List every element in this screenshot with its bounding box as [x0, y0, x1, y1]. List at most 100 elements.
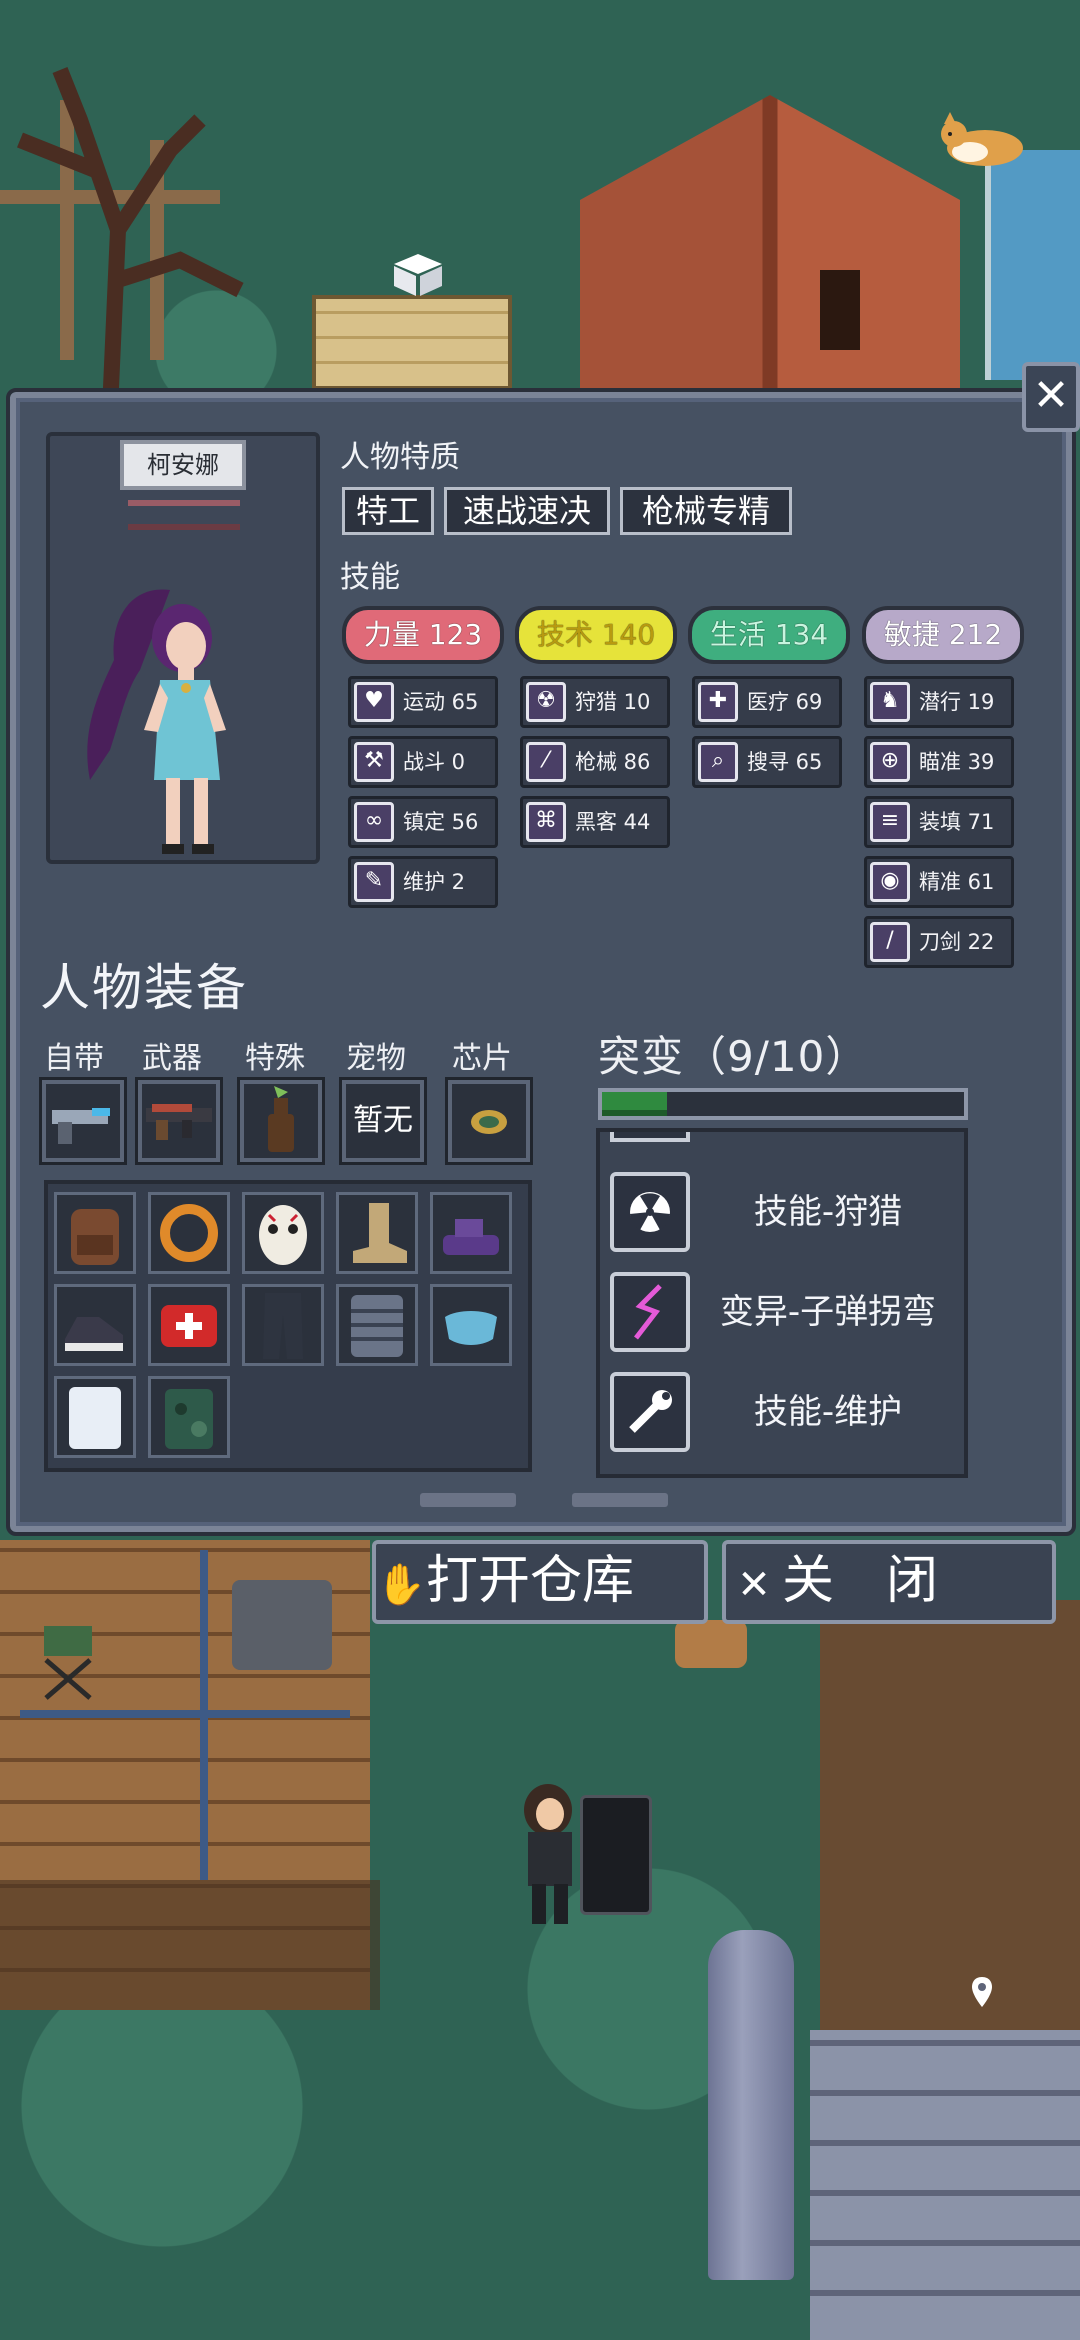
- skill-athletics[interactable]: ♥ 运动 65: [348, 676, 498, 728]
- blade-icon: /: [870, 922, 910, 962]
- inventory-slot[interactable]: [430, 1284, 512, 1366]
- molotov-icon: [268, 1086, 294, 1152]
- skill-blades-label: 刀剑 22: [919, 930, 995, 954]
- skill-firearms[interactable]: ⁄ 枪械 86: [520, 736, 670, 788]
- inventory-slot[interactable]: [430, 1192, 512, 1274]
- skill-stealth-label: 潜行 19: [919, 690, 995, 714]
- inventory-slot[interactable]: [54, 1284, 136, 1366]
- character-name: 柯安娜: [120, 440, 246, 490]
- mutation-progress-bar: [598, 1088, 968, 1120]
- mutation-list[interactable]: 技能-狩猎 变异-子弹拐弯 技能-维护: [596, 1128, 968, 1478]
- page-indicator-1[interactable]: [420, 1493, 516, 1507]
- wrench-icon: [610, 1372, 690, 1452]
- inventory-slot[interactable]: [148, 1192, 230, 1274]
- inventory-slot[interactable]: [242, 1284, 324, 1366]
- skill-hunting[interactable]: ☢ 狩猎 10: [520, 676, 670, 728]
- skill-blades[interactable]: / 刀剑 22: [864, 916, 1014, 968]
- slot-special[interactable]: [237, 1077, 325, 1165]
- skill-combat-label: 战斗 0: [403, 750, 466, 774]
- skill-searching[interactable]: ⌕ 搜寻 65: [692, 736, 842, 788]
- slot-pet[interactable]: 暂无: [339, 1077, 427, 1165]
- inventory-slot[interactable]: [148, 1376, 230, 1458]
- slot-label-weapon: 武器: [142, 1041, 202, 1076]
- mutation-item-maintenance-label: 技能-维护: [753, 1392, 903, 1432]
- mutation-item-hunting[interactable]: 技能-狩猎: [610, 1172, 950, 1256]
- skill-composure[interactable]: ∞ 镇定 56: [348, 796, 498, 848]
- boot-icon: [353, 1203, 407, 1263]
- trait-blitz[interactable]: 速战速决: [444, 487, 610, 535]
- skill-reloading[interactable]: ≡ 装填 71: [864, 796, 1014, 848]
- hut-door: [820, 270, 860, 350]
- mutation-item-bullet-curve[interactable]: 变异-子弹拐弯: [610, 1272, 950, 1356]
- character-portrait: [87, 589, 226, 854]
- camo-vest-icon: [165, 1389, 213, 1449]
- category-tech-name: 技术: [536, 618, 593, 651]
- circuit-icon: ⌘: [526, 802, 566, 842]
- skill-medical[interactable]: ✚ 医疗 69: [692, 676, 842, 728]
- slot-label-special: 特殊: [245, 1041, 305, 1076]
- skill-combat[interactable]: ⚒ 战斗 0: [348, 736, 498, 788]
- inventory-slot[interactable]: [54, 1192, 136, 1274]
- crafting-anvil[interactable]: [232, 1580, 332, 1670]
- medkit-icon: ✚: [698, 682, 738, 722]
- category-agility[interactable]: 敏捷 212: [862, 606, 1024, 664]
- skill-aiming[interactable]: ⊕ 瞄准 39: [864, 736, 1014, 788]
- inventory-slot[interactable]: [336, 1192, 418, 1274]
- magnifier-icon: ⌕: [698, 742, 738, 782]
- lightning-icon: [610, 1272, 690, 1352]
- radiation-icon: [610, 1172, 690, 1252]
- category-strength-name: 力量: [363, 618, 420, 651]
- player-character[interactable]: [510, 1780, 590, 1930]
- glasses-icon: ∞: [354, 802, 394, 842]
- category-strength-value: 123: [428, 618, 483, 651]
- category-strength[interactable]: 力量 123: [342, 606, 504, 664]
- skill-firearms-label: 枪械 86: [575, 750, 651, 774]
- dog-pet: [941, 112, 1023, 166]
- heart-icon: ♥: [354, 682, 394, 722]
- skill-stealth[interactable]: ♞ 潜行 19: [864, 676, 1014, 728]
- inventory-slot[interactable]: [148, 1284, 230, 1366]
- trait-gun-mastery[interactable]: 枪械专精: [620, 487, 792, 535]
- inventory-slot[interactable]: [54, 1376, 136, 1458]
- skill-precision-label: 精准 61: [919, 870, 995, 894]
- map-pin-icon[interactable]: [970, 1975, 994, 2009]
- page-indicator-2[interactable]: [572, 1493, 668, 1507]
- sneaker-icon: [65, 1317, 123, 1351]
- first-aid-icon: [161, 1305, 217, 1347]
- category-life[interactable]: 生活 134: [688, 606, 850, 664]
- rifle-icon: [146, 1104, 212, 1140]
- open-storage-label: 打开仓库: [426, 1551, 635, 1611]
- inventory-slot[interactable]: [242, 1192, 324, 1274]
- category-life-name: 生活: [709, 618, 766, 651]
- mutation-item-maintenance[interactable]: 技能-维护: [610, 1372, 950, 1456]
- pistol-icon: [52, 1108, 110, 1144]
- dead-tree: [0, 67, 244, 410]
- close-button[interactable]: ✕ 关 闭: [722, 1540, 1056, 1624]
- backpack-icon: [71, 1209, 119, 1265]
- skill-hacking[interactable]: ⌘ 黑客 44: [520, 796, 670, 848]
- stone-pillar: [708, 1930, 794, 2280]
- slot-chip[interactable]: [445, 1077, 533, 1165]
- riot-shield: [580, 1795, 652, 1915]
- inventory-slot[interactable]: [336, 1284, 418, 1366]
- skill-precision[interactable]: ◉ 精准 61: [864, 856, 1014, 908]
- skill-aiming-label: 瞄准 39: [919, 750, 995, 774]
- close-x-button[interactable]: ✕: [1022, 362, 1080, 432]
- face-mask-icon: [445, 1311, 497, 1345]
- dirt-patch: [820, 1600, 1080, 2050]
- pipe-vertical: [200, 1550, 208, 1880]
- axe-icon: ⚒: [354, 742, 394, 782]
- skill-searching-label: 搜寻 65: [747, 750, 823, 774]
- open-storage-button[interactable]: ✋打开仓库: [372, 1540, 708, 1624]
- supply-crate[interactable]: [312, 295, 512, 390]
- category-tech[interactable]: 技术 140: [515, 606, 677, 664]
- slot-label-chip: 芯片: [452, 1041, 512, 1076]
- trait-agent[interactable]: 特工: [342, 487, 434, 535]
- slot-builtin[interactable]: [39, 1077, 127, 1165]
- chip-icon: [471, 1110, 507, 1134]
- skill-hacking-label: 黑客 44: [575, 810, 651, 834]
- skill-maintenance[interactable]: ✎ 维护 2: [348, 856, 498, 908]
- mutation-item-bullet-curve-label: 变异-子弹拐弯: [719, 1292, 937, 1332]
- category-agility-name: 敏捷: [883, 618, 940, 651]
- slot-weapon[interactable]: [135, 1077, 223, 1165]
